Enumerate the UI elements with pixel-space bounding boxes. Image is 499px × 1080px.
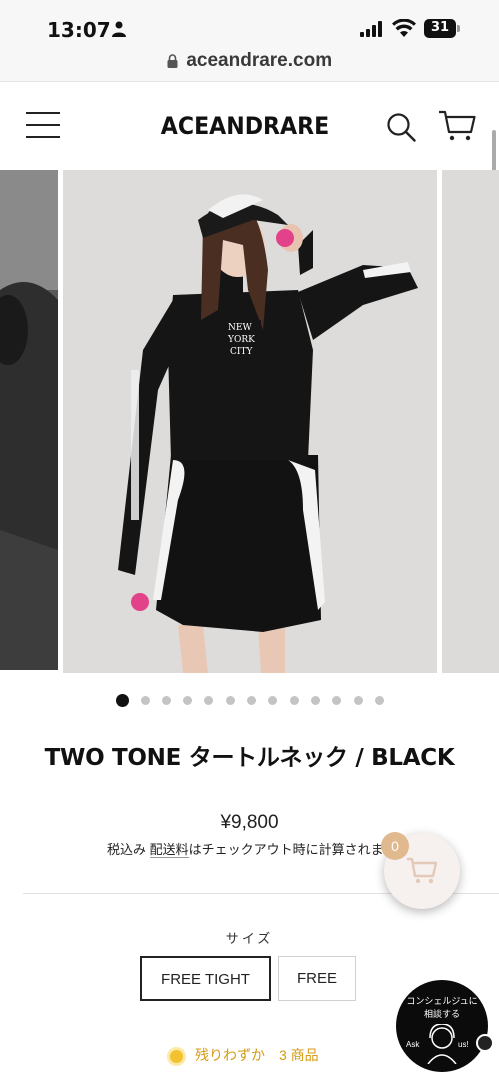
- cart-icon[interactable]: [438, 110, 476, 142]
- cart-count-badge: 0: [381, 832, 409, 860]
- search-icon[interactable]: [386, 112, 416, 142]
- gallery-slide-next[interactable]: [442, 170, 499, 673]
- concierge-label: コンシェルジュに 相談する: [396, 995, 488, 1021]
- stock-text: 残りわずか 3 商品: [195, 1047, 319, 1063]
- gallery-pagination: [0, 693, 499, 707]
- battery-level: 31: [430, 20, 450, 35]
- size-label: サイズ: [225, 931, 274, 946]
- pagination-dot[interactable]: [226, 696, 235, 705]
- svg-text:CITY: CITY: [230, 347, 253, 357]
- person-icon: [112, 21, 126, 37]
- size-option-free-tight[interactable]: FREE TIGHT: [140, 956, 271, 1001]
- cellular-signal-icon: [360, 21, 382, 37]
- chat-mini-icon[interactable]: [476, 1034, 494, 1052]
- status-time: 13:07: [47, 18, 111, 42]
- product-image: NEW YORK CITY: [63, 170, 437, 673]
- product-title: TWO TONE タートルネック / BLACK: [44, 745, 455, 771]
- gallery-slide-previous[interactable]: [0, 170, 58, 670]
- status-bar: 13:07 31: [0, 0, 499, 50]
- concierge-line1: コンシェルジュに: [406, 996, 478, 1006]
- tax-shipping-note: 税込み 配送料はチェックアウト時に計算されます: [107, 839, 397, 858]
- pagination-dot[interactable]: [332, 696, 341, 705]
- product-price: ¥9,800: [220, 812, 279, 833]
- lock-icon: [167, 54, 178, 68]
- battery-indicator: 31: [424, 19, 460, 38]
- pagination-dot[interactable]: [311, 696, 320, 705]
- concierge-ask-text: Ask: [406, 1040, 420, 1049]
- stock-status: 残りわずか 3 商品: [170, 1045, 319, 1065]
- hamburger-menu-icon[interactable]: [26, 112, 60, 138]
- pagination-dot[interactable]: [354, 696, 363, 705]
- shipping-link[interactable]: 配送料: [149, 842, 189, 858]
- pagination-dot[interactable]: [268, 696, 277, 705]
- size-option-free[interactable]: FREE: [278, 956, 356, 1001]
- pagination-dot[interactable]: [162, 696, 171, 705]
- pagination-dot[interactable]: [141, 696, 150, 705]
- concierge-us-text: us!: [458, 1040, 469, 1049]
- previous-product-image: [0, 170, 58, 670]
- address-bar[interactable]: aceandrare.com: [0, 50, 499, 82]
- gallery-slide-main[interactable]: NEW YORK CITY: [63, 170, 437, 673]
- pagination-dot[interactable]: [116, 694, 129, 707]
- concierge-chat-button[interactable]: コンシェルジュに 相談する Ask us!: [396, 980, 488, 1072]
- shipping-note-text: はチェックアウト時に計算されます: [188, 842, 397, 857]
- site-header: ACEANDRARE: [0, 82, 499, 170]
- concierge-avatar-icon: [427, 1024, 457, 1064]
- floating-cart-icon: [407, 857, 438, 884]
- product-gallery[interactable]: NEW YORK CITY: [0, 170, 499, 673]
- pagination-dot[interactable]: [204, 696, 213, 705]
- site-logo[interactable]: ACEANDRARE: [158, 112, 333, 140]
- svg-text:YORK: YORK: [227, 335, 255, 345]
- pagination-dot[interactable]: [247, 696, 256, 705]
- tax-included-text: 税込み: [107, 842, 147, 857]
- stock-indicator-dot: [170, 1049, 183, 1063]
- url-text: aceandrare.com: [186, 50, 333, 71]
- pagination-dot[interactable]: [375, 696, 384, 705]
- concierge-line2: 相談する: [423, 1009, 460, 1019]
- wifi-icon: [392, 19, 416, 37]
- pagination-dot[interactable]: [290, 696, 299, 705]
- svg-text:NEW: NEW: [228, 323, 252, 333]
- pagination-dot[interactable]: [183, 696, 192, 705]
